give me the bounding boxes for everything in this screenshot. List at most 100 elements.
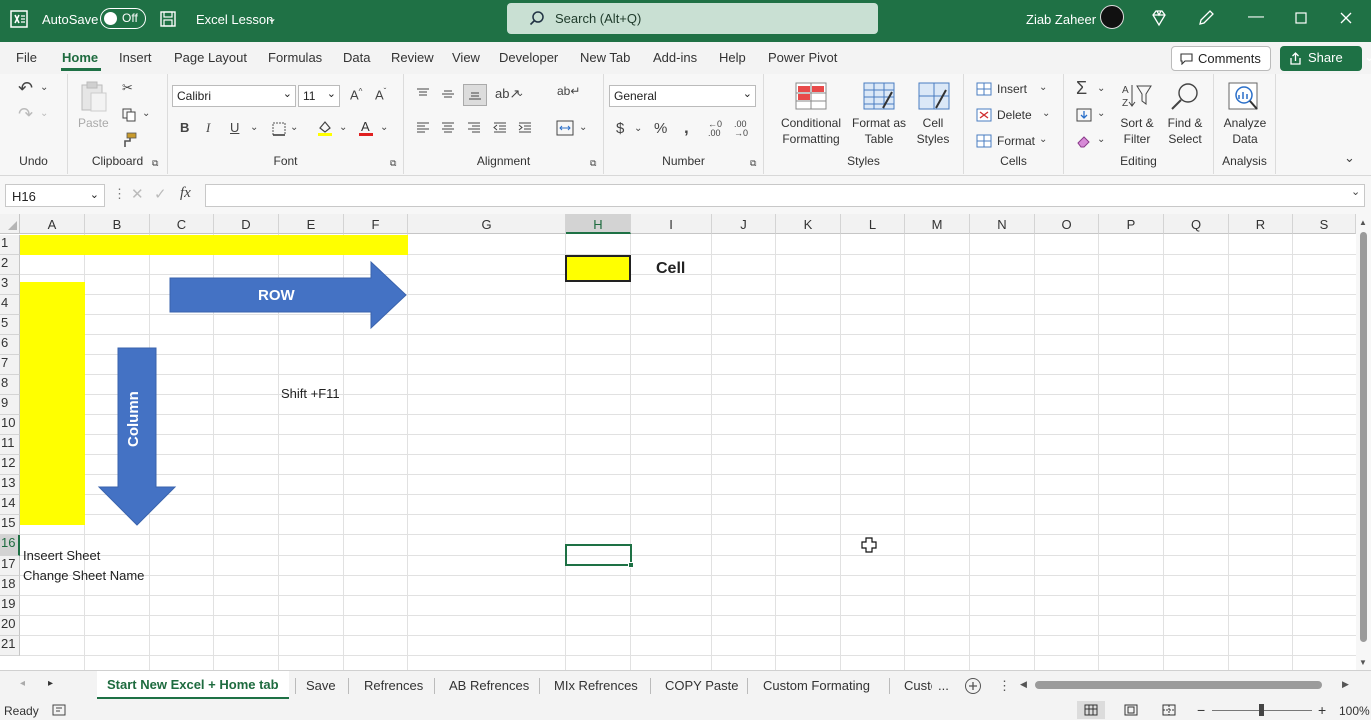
copy-icon[interactable] (122, 108, 136, 122)
more-options-icon[interactable]: ⋮ (113, 186, 126, 202)
close-icon[interactable] (1340, 12, 1352, 24)
formula-input[interactable] (205, 184, 1365, 207)
next-sheet-icon[interactable]: ▸ (48, 678, 53, 689)
column-header-m[interactable]: M (905, 214, 970, 234)
tab-power-pivot[interactable]: Power Pivot (768, 50, 837, 65)
tab-data[interactable]: Data (343, 50, 370, 65)
fill-color-icon[interactable] (316, 119, 334, 137)
tab-review[interactable]: Review (391, 50, 434, 65)
zoom-level[interactable]: 100% (1339, 704, 1370, 718)
enter-icon[interactable]: ✓ (154, 185, 167, 203)
insert-dropdown-icon[interactable]: ⌄ (1039, 82, 1047, 93)
clear-dropdown-icon[interactable]: ⌄ (1097, 134, 1105, 145)
row-header[interactable]: 7 (0, 355, 20, 375)
page-break-view-icon[interactable] (1162, 704, 1176, 716)
format-dropdown-icon[interactable]: ⌄ (1039, 134, 1047, 145)
tab-insert[interactable]: Insert (119, 50, 152, 65)
column-header-b[interactable]: B (85, 214, 150, 234)
alignment-launcher-icon[interactable]: ⧉ (590, 158, 596, 169)
clipboard-launcher-icon[interactable]: ⧉ (152, 158, 158, 169)
format-as-table-button[interactable]: Format as Table (850, 78, 908, 150)
number-launcher-icon[interactable]: ⧉ (750, 158, 756, 169)
cell-styles-button[interactable]: Cell Styles (908, 78, 958, 150)
paste-label[interactable]: Paste (78, 116, 109, 130)
column-header-p[interactable]: P (1099, 214, 1164, 234)
column-header-l[interactable]: L (841, 214, 905, 234)
maximize-icon[interactable] (1295, 12, 1307, 24)
borders-icon[interactable] (272, 122, 286, 136)
undo-dropdown-icon[interactable]: ⌄ (40, 82, 48, 93)
align-left-icon[interactable] (416, 122, 430, 134)
tab-developer[interactable]: Developer (499, 50, 558, 65)
fill-handle[interactable] (628, 562, 634, 568)
analyze-data-button[interactable]: Analyze Data (1218, 78, 1272, 150)
row-header[interactable]: 8 (0, 375, 20, 395)
row-header[interactable]: 1 (0, 235, 20, 255)
tab-formulas[interactable]: Formulas (268, 50, 322, 65)
column-header-g[interactable]: G (408, 214, 566, 234)
save-icon[interactable] (159, 10, 177, 28)
scroll-left-icon[interactable]: ◀ (1020, 679, 1027, 690)
borders-dropdown-icon[interactable]: ⌄ (290, 122, 298, 133)
selected-cell-h16[interactable] (565, 544, 632, 566)
conditional-formatting-button[interactable]: Conditional Formatting (772, 78, 850, 150)
autosum-dropdown-icon[interactable]: ⌄ (1097, 83, 1105, 94)
sheet-tab-custo[interactable]: Custo (904, 678, 932, 693)
pen-icon[interactable] (1197, 9, 1215, 27)
sheet-tab-save[interactable]: Save (306, 678, 336, 693)
sort-filter-button[interactable]: AZ Sort & Filter (1114, 78, 1160, 150)
tab-page-layout[interactable]: Page Layout (174, 50, 247, 65)
column-header-n[interactable]: N (970, 214, 1035, 234)
sheet-tab-ab-refrences[interactable]: AB Refrences (449, 678, 529, 693)
more-sheets-button[interactable]: ... (938, 678, 949, 693)
row-header[interactable]: 18 (0, 576, 20, 596)
decrease-indent-icon[interactable] (493, 122, 507, 134)
autosum-icon[interactable]: Σ (1076, 78, 1087, 99)
expand-formula-icon[interactable]: ⌄ (1351, 185, 1360, 198)
scroll-right-icon[interactable]: ▶ (1342, 679, 1349, 690)
wrap-text-icon[interactable]: ab↵ (557, 84, 580, 98)
underline-dropdown-icon[interactable]: ⌄ (250, 122, 258, 133)
row-header[interactable]: 19 (0, 596, 20, 616)
decrease-decimal-icon[interactable]: .00 →0 (734, 120, 748, 138)
font-color-icon[interactable]: A (358, 119, 374, 137)
column-header-i[interactable]: I (631, 214, 712, 234)
merge-center-icon[interactable] (556, 120, 574, 136)
format-cells-icon[interactable] (976, 134, 992, 148)
file-name[interactable]: Excel Lesson (196, 12, 273, 27)
column-header-q[interactable]: Q (1164, 214, 1229, 234)
font-name-combo[interactable]: Calibri ⌄ (172, 85, 296, 107)
tab-add-ins[interactable]: Add-ins (653, 50, 697, 65)
row-header[interactable]: 5 (0, 315, 20, 335)
align-bottom-button[interactable] (463, 84, 487, 106)
row-header[interactable]: 2 (0, 255, 20, 275)
row-header[interactable]: 9 (0, 395, 20, 415)
worksheet-grid[interactable]: A B C D E F G H I J K L M N O P Q R S 1 … (0, 214, 1356, 670)
sheet-tab-mix-refrences[interactable]: MIx Refrences (554, 678, 638, 693)
normal-view-button[interactable] (1077, 701, 1105, 719)
scroll-down-icon[interactable]: ▼ (1359, 658, 1367, 667)
insert-function-icon[interactable]: fx (180, 185, 191, 202)
insert-cells-label[interactable]: Insert (997, 82, 1027, 96)
row-header[interactable]: 20 (0, 616, 20, 636)
insert-cells-icon[interactable] (976, 82, 992, 96)
find-select-button[interactable]: Find & Select (1162, 78, 1208, 150)
column-header-a[interactable]: A (20, 214, 85, 234)
select-all-corner[interactable] (0, 214, 20, 234)
vertical-scroll-thumb[interactable] (1360, 232, 1367, 642)
column-header-c[interactable]: C (150, 214, 214, 234)
horizontal-scroll-thumb[interactable] (1035, 681, 1322, 689)
name-box[interactable]: H16 ⌄ (5, 184, 105, 207)
column-header-e[interactable]: E (279, 214, 344, 234)
comma-style-icon[interactable]: , (684, 118, 689, 138)
increase-decimal-icon[interactable]: ←0.00 (708, 120, 722, 138)
bold-icon[interactable]: B (180, 120, 189, 135)
column-header-h[interactable]: H (566, 214, 631, 234)
currency-icon[interactable]: $ (616, 120, 624, 137)
tab-view[interactable]: View (452, 50, 480, 65)
redo-icon[interactable]: ↷ (18, 104, 33, 125)
clear-icon[interactable] (1076, 134, 1092, 148)
zoom-in-icon[interactable]: + (1318, 702, 1326, 718)
cancel-icon[interactable]: ✕ (131, 185, 144, 203)
column-header-k[interactable]: K (776, 214, 841, 234)
